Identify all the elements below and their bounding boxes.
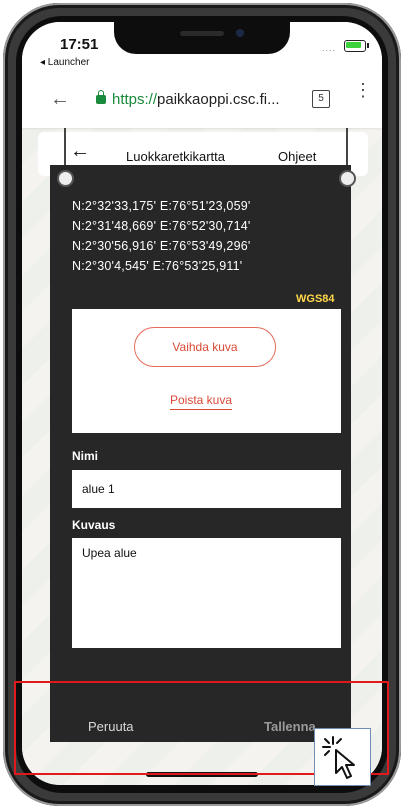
front-camera <box>236 29 244 37</box>
coord-system-label: WGS84 <box>296 293 335 305</box>
coordinate-row: N:2°30'4,545' E:76°53'25,911' <box>72 259 243 273</box>
click-cursor-icon <box>314 728 371 786</box>
battery-icon <box>344 40 369 52</box>
browser-menu-icon[interactable]: ⋮ <box>354 81 372 99</box>
description-label: Kuvaus <box>72 518 116 532</box>
help-link[interactable]: Ohjeet <box>278 149 316 164</box>
lock-icon <box>96 90 106 104</box>
coordinate-row: N:2°30'56,916' E:76°53'49,296' <box>72 239 251 253</box>
description-field[interactable]: Upea alue <box>72 538 341 648</box>
back-to-launcher-link[interactable]: ◂ Launcher <box>40 57 90 68</box>
url-host: paikkaoppi.csc.fi... <box>157 91 280 108</box>
coordinate-row: N:2°31'48,669' E:76°52'30,714' <box>72 219 251 233</box>
browser-toolbar: ← https://paikkaoppi.csc.fi... 5 ⋮ <box>22 72 382 128</box>
coordinate-row: N:2°32'33,175' E:76°51'23,059' <box>72 199 251 213</box>
tabs-count-button[interactable]: 5 <box>312 90 330 108</box>
pin-right <box>339 170 356 187</box>
coordinate-list: N:2°32'33,175' E:76°51'23,059' N:2°31'48… <box>72 196 342 276</box>
name-field[interactable] <box>72 470 341 508</box>
pin-left <box>57 170 74 187</box>
url-bar[interactable]: https://paikkaoppi.csc.fi... <box>112 85 322 115</box>
phone-screen: 17:51 ◂ Launcher .... ← https://paikkaop… <box>22 22 382 785</box>
url-scheme: https:// <box>112 91 158 108</box>
browser-back-icon[interactable]: ← <box>50 88 70 111</box>
image-box: Vaihda kuva Poista kuva <box>72 309 341 433</box>
name-label: Nimi <box>72 449 99 463</box>
change-image-button[interactable]: Vaihda kuva <box>134 327 276 367</box>
remove-image-link[interactable]: Poista kuva <box>170 393 233 410</box>
phone-notch <box>114 22 290 54</box>
status-time: 17:51 <box>60 36 99 53</box>
speaker-grille <box>180 31 224 36</box>
area-edit-panel: N:2°32'33,175' E:76°51'23,059' N:2°31'48… <box>50 165 351 742</box>
signal-indicator: .... <box>322 43 337 53</box>
app-back-icon[interactable]: ← <box>70 140 90 163</box>
app-title: Luokkaretkikartta <box>126 149 225 164</box>
